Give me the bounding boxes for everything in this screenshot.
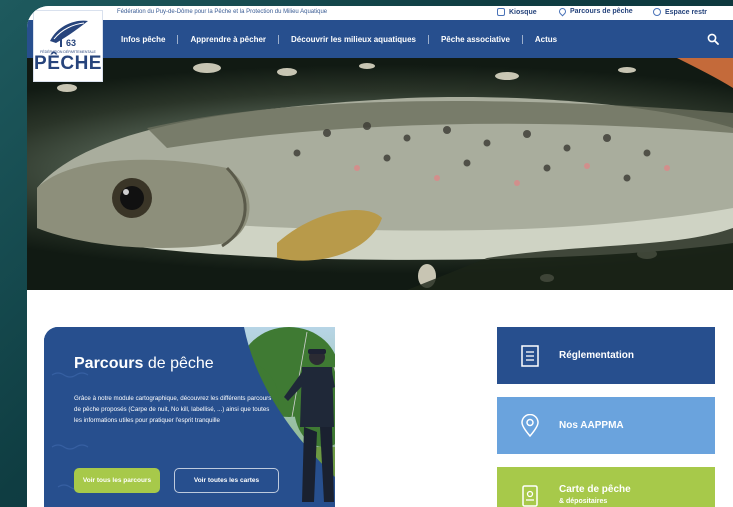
nav-divider	[427, 34, 429, 44]
nav-actus[interactable]: Actus	[535, 35, 557, 44]
search-icon[interactable]	[707, 33, 719, 45]
parcours-title: Parcours de pêche	[74, 355, 214, 372]
parcours-link[interactable]: Parcours de pêche	[557, 6, 633, 17]
nav-apprendre[interactable]: Apprendre à pêcher	[190, 35, 266, 44]
logo-number: 63	[66, 38, 76, 48]
angler-figure	[284, 331, 335, 502]
nav-peche-associative[interactable]: Pêche associative	[441, 35, 510, 44]
main-navbar: Infos pêche Apprendre à pêcher Découvrir…	[27, 20, 733, 58]
federation-text: Fédération du Puy-de-Dôme pour la Pêche …	[117, 9, 328, 15]
aappma-tile[interactable]: Nos AAPPMA	[497, 397, 715, 454]
nav-divider	[521, 34, 523, 44]
voir-parcours-button[interactable]: Voir tous les parcours	[74, 468, 160, 493]
document-icon	[521, 345, 539, 367]
location-pin-icon	[521, 414, 539, 438]
espace-restreint-link[interactable]: Espace restr	[653, 8, 707, 16]
nav-divider	[177, 34, 179, 44]
reglementation-label: Réglementation	[559, 350, 635, 361]
fish-emblem-icon: 63	[50, 20, 88, 48]
kiosk-icon	[497, 8, 505, 16]
kiosque-link[interactable]: Kiosque	[497, 8, 537, 16]
utility-bar: Fédération du Puy-de-Dôme pour la Pêche …	[27, 6, 733, 20]
nav-infos-peche[interactable]: Infos pêche	[121, 35, 165, 44]
main-nav: Infos pêche Apprendre à pêcher Découvrir…	[121, 20, 557, 58]
nav-divider	[278, 34, 280, 44]
aappma-label: Nos AAPPMA	[559, 420, 624, 431]
carte-peche-tile[interactable]: Carte de pêche & dépositaires	[497, 467, 715, 507]
browser-viewport: Fédération du Puy-de-Dôme pour la Pêche …	[27, 6, 733, 507]
logo-big-text: PÊCHE	[34, 53, 102, 74]
card-icon	[522, 485, 538, 507]
hero-image	[27, 58, 733, 290]
user-icon	[653, 8, 661, 16]
carte-peche-sublabel: & dépositaires	[559, 498, 608, 505]
content-section: Parcours de pêche Grâce à notre module c…	[27, 290, 733, 507]
carte-peche-label: Carte de pêche	[559, 484, 631, 495]
nav-decouvrir[interactable]: Découvrir les milieux aquatiques	[291, 35, 416, 44]
reglementation-tile[interactable]: Réglementation	[497, 327, 715, 384]
site-logo[interactable]: 63 FÉDÉRATION DÉPARTEMENTALE PÊCHE	[33, 10, 103, 82]
location-pin-icon	[557, 6, 568, 17]
trout-photo	[37, 58, 733, 290]
